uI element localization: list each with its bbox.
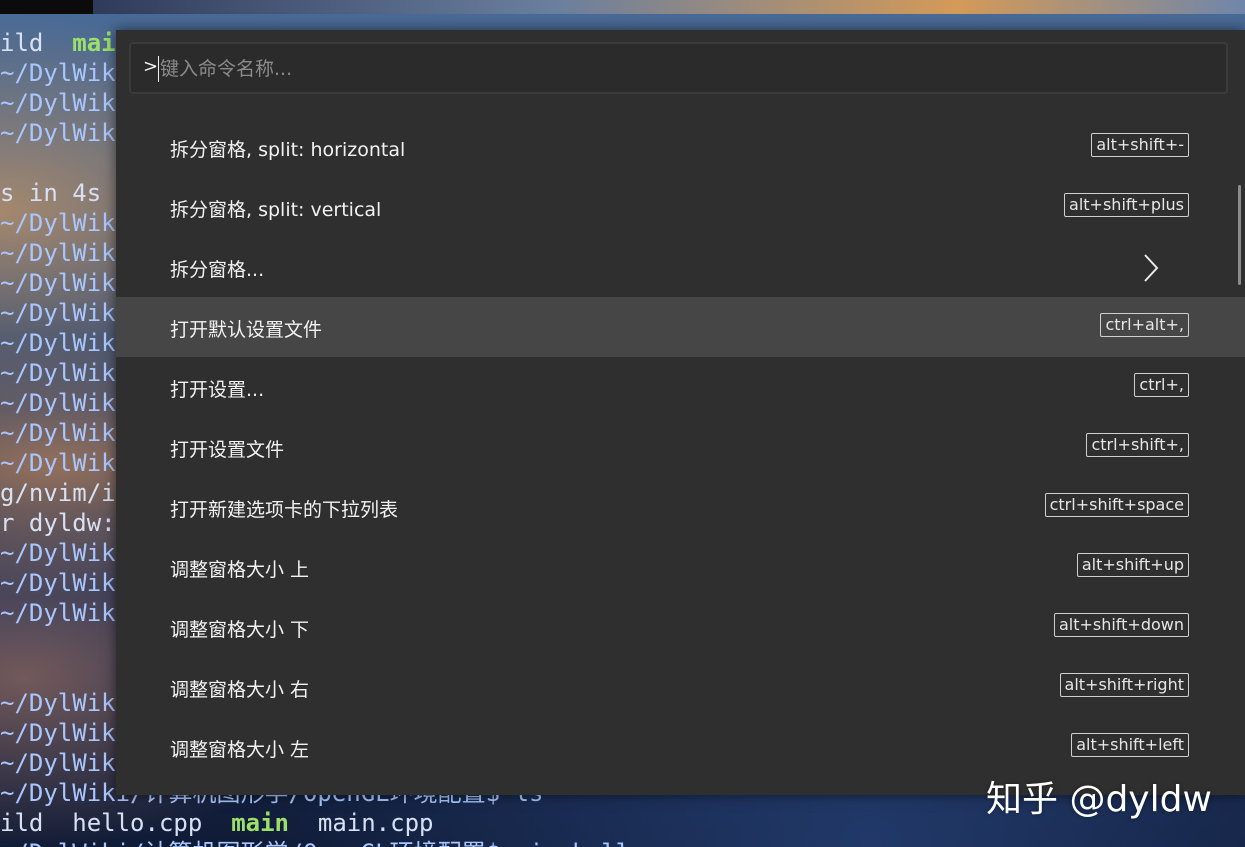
command-item-resize-pane-up[interactable]: 调整窗格大小 上 alt+shift+up xyxy=(116,537,1245,597)
terminal-text: ~/DylWik xyxy=(0,329,116,357)
command-item-split-vertical[interactable]: 拆分窗格, split: vertical alt+shift+plus xyxy=(116,177,1245,237)
command-item-resize-pane-left[interactable]: 调整窗格大小 左 alt+shift+left xyxy=(116,717,1245,777)
terminal-line: ~/DylWik xyxy=(0,688,116,718)
terminal-text: ~/DylWik xyxy=(0,59,116,87)
keyboard-shortcut-badge: alt+shift+right xyxy=(1059,673,1189,697)
terminal-line: ~/DylWik xyxy=(0,88,116,118)
command-palette: > 拆分窗格, split: horizontalalt+shift+-拆分窗格… xyxy=(116,30,1245,795)
command-item-split-pane-submenu[interactable]: 拆分窗格... xyxy=(116,237,1245,297)
terminal-line: ~/DylWik xyxy=(0,58,116,88)
terminal-line: ~/DylWik xyxy=(0,328,116,358)
terminal-text: ~/DylWik xyxy=(0,719,116,747)
terminal-text: ~/DylWik xyxy=(0,239,116,267)
terminal-line: ~/DylWik xyxy=(0,118,116,148)
terminal-line: ~/DylWik xyxy=(0,418,116,448)
terminal-text: ~/DylWik xyxy=(0,419,116,447)
command-item-label: 打开默认设置文件 xyxy=(170,319,323,341)
terminal-line: r dyldw: xyxy=(0,508,116,538)
keyboard-shortcut-badge: ctrl+, xyxy=(1134,373,1189,397)
chevron-right-icon xyxy=(1144,254,1159,282)
command-item-open-settings-file[interactable]: 打开设置文件 ctrl+shift+, xyxy=(116,417,1245,477)
terminal-text: ~/DylWik xyxy=(0,119,116,147)
terminal-line: ~/DylWik xyxy=(0,568,116,598)
terminal-text: ild xyxy=(0,29,73,57)
command-item-resize-pane-down[interactable]: 调整窗格大小 下 alt+shift+down xyxy=(116,597,1245,657)
command-item-label: 打开设置... xyxy=(170,379,265,401)
terminal-line: ~/DylWik xyxy=(0,598,116,628)
terminal-line: g/nvim/i xyxy=(0,478,116,508)
terminal-line: ~/DylWik xyxy=(0,238,116,268)
terminal-text: ~/DylWik xyxy=(0,89,116,117)
terminal-line: ~/DylWik xyxy=(0,538,116,568)
command-prompt-symbol: > xyxy=(143,56,159,77)
command-search-input[interactable] xyxy=(158,52,1210,86)
terminal-text: ~/DylWik xyxy=(0,599,116,627)
command-item-resize-pane-right[interactable]: 调整窗格大小 右 alt+shift+right xyxy=(116,657,1245,717)
terminal-text: ~/DylWik xyxy=(0,749,116,777)
chevron-right-icon-path xyxy=(1144,254,1159,282)
terminal-text: s in 4s xyxy=(0,179,102,207)
terminal-line: /DylWiki/计算机图形学/OpenGL环境配置$ vim hello xyxy=(0,838,644,847)
terminal-text: ~/DylWik xyxy=(0,389,116,417)
keyboard-shortcut-badge: alt+shift+up xyxy=(1076,553,1189,577)
terminal-line: ~/DylWik xyxy=(0,268,116,298)
terminal-text: /DylWiki/计算机图形学/OpenGL环境配置$ vim hello xyxy=(0,839,644,847)
command-item-label: 调整窗格大小 下 xyxy=(170,619,310,641)
terminal-line: ild hello.cpp main main.cpp xyxy=(0,808,433,838)
terminal-text: ~/DylWik xyxy=(0,569,116,597)
terminal-text: ~/DylWik xyxy=(0,209,116,237)
keyboard-shortcut-badge: alt+shift+plus xyxy=(1064,193,1189,217)
command-item-open-new-tab-dropdown[interactable]: 打开新建选项卡的下拉列表 ctrl+shift+space xyxy=(116,477,1245,537)
command-item-label: 调整窗格大小 左 xyxy=(170,739,310,761)
terminal-text: ~/DylWik xyxy=(0,269,116,297)
terminal-line: ~/DylWik xyxy=(0,358,116,388)
keyboard-shortcut-badge: alt+shift+- xyxy=(1091,133,1189,157)
command-item-open-settings[interactable]: 打开设置... ctrl+, xyxy=(116,357,1245,417)
terminal-line: ~/DylWik xyxy=(0,718,116,748)
terminal-text: mai xyxy=(72,29,116,57)
terminal-text: ~/DylWik xyxy=(0,539,116,567)
terminal-text: main.cpp xyxy=(288,809,434,837)
keyboard-shortcut-badge: alt+shift+down xyxy=(1053,613,1189,637)
command-item-split-horizontal[interactable]: 拆分窗格, split: horizontal alt+shift+- xyxy=(116,117,1245,177)
terminal-line: ild mai xyxy=(0,28,116,58)
command-item-label: 拆分窗格, split: horizontal xyxy=(170,139,406,161)
terminal-text: ~/DylWik xyxy=(0,359,116,387)
keyboard-shortcut-badge: ctrl+alt+, xyxy=(1100,313,1189,337)
command-item-label: 打开设置文件 xyxy=(170,439,285,461)
terminal-text: ~/DylWik xyxy=(0,299,116,327)
terminal-text: ~/DylWik xyxy=(0,689,116,717)
command-list-scrollbar[interactable] xyxy=(1238,185,1241,285)
command-item-open-default-settings[interactable]: 打开默认设置文件 ctrl+alt+, xyxy=(116,297,1245,357)
terminal-text: ild hello.cpp xyxy=(0,809,232,837)
watermark: 知乎 @dyldw xyxy=(986,779,1212,820)
terminal-text: r dyldw: xyxy=(0,509,116,537)
terminal-text: g/nvim/i xyxy=(0,479,116,507)
terminal-line: s in 4s xyxy=(0,178,101,208)
command-search-box[interactable]: > xyxy=(129,42,1228,94)
command-item-label: 调整窗格大小 上 xyxy=(170,559,310,581)
keyboard-shortcut-badge: ctrl+shift+, xyxy=(1086,433,1189,457)
terminal-line: ~/DylWik xyxy=(0,388,116,418)
terminal-text: main xyxy=(231,809,289,837)
terminal-line: ~/DylWik xyxy=(0,448,116,478)
terminal-line: ~/DylWik xyxy=(0,208,116,238)
command-list: 拆分窗格, split: horizontal alt+shift+- 拆分窗格, … xyxy=(116,117,1245,777)
terminal-line: ~/DylWik xyxy=(0,298,116,328)
keyboard-shortcut-badge: ctrl+shift+space xyxy=(1044,493,1189,517)
terminal-text: ~/DylWik xyxy=(0,449,116,477)
keyboard-shortcut-badge: alt+shift+left xyxy=(1071,733,1189,757)
terminal-line: ~/DylWik xyxy=(0,748,116,778)
command-item-label: 调整窗格大小 右 xyxy=(170,679,310,701)
command-item-label: 打开新建选项卡的下拉列表 xyxy=(170,499,399,521)
command-item-label: 拆分窗格, split: vertical xyxy=(170,199,382,221)
command-item-label: 拆分窗格... xyxy=(170,259,265,281)
